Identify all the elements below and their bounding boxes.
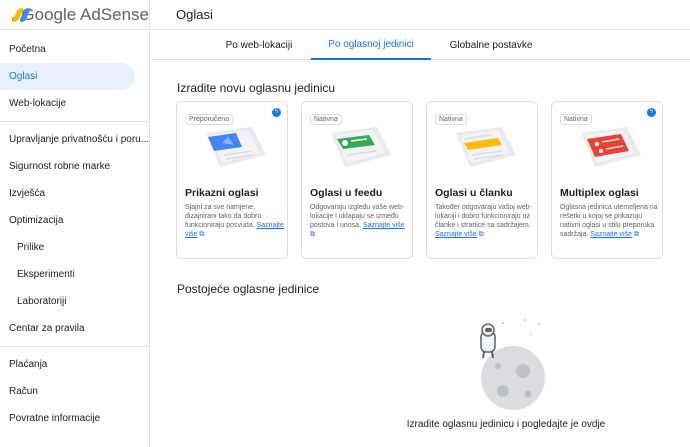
open-in-new-icon: ⧉ bbox=[633, 231, 639, 238]
card-tag: Preporučeno bbox=[185, 114, 234, 125]
sidebar-item-racun[interactable]: Račun bbox=[0, 378, 149, 405]
card-description: Također odgovaraju vašoj web-lokaciji i … bbox=[435, 203, 535, 239]
sidebar-item-sigurnost[interactable]: Sigurnost robne marke bbox=[0, 153, 149, 180]
card-description: Oglasna jedinica utemeljena na rešetki u… bbox=[560, 203, 660, 239]
bolt-icon: ϟ bbox=[272, 108, 281, 117]
card-title: Prikazni oglasi bbox=[185, 187, 259, 199]
sidebar-item-izvjesca[interactable]: Izvješća bbox=[0, 180, 149, 207]
card-desc-text: Sjajni za sve namjene, dizajnirani tako … bbox=[185, 204, 262, 229]
open-in-new-icon: ⧉ bbox=[310, 231, 315, 238]
sidebar-item-pocetna[interactable]: Početna bbox=[0, 36, 149, 63]
learn-more-link[interactable]: Saznajte više bbox=[590, 231, 632, 238]
page-header: Oglasi bbox=[151, 0, 690, 30]
empty-state-text: Izradite oglasnu jedinicu i pogledajte j… bbox=[406, 419, 606, 430]
ad-type-card-display[interactable]: Preporučeno ϟ Prikazni oglasi Sjajni za … bbox=[176, 101, 288, 259]
tab-po-web-lokaciji[interactable]: Po web-lokaciji bbox=[199, 30, 319, 60]
card-tag: Nativna bbox=[435, 114, 467, 125]
moon-astronaut-illustration bbox=[480, 319, 545, 410]
existing-section-title: Postojeće oglasne jedinice bbox=[177, 282, 320, 296]
in-feed-ad-illustration-icon bbox=[331, 127, 391, 167]
ad-type-card-in-feed[interactable]: Nativna Oglasi u feedu Odgovaraju izgled… bbox=[301, 101, 413, 259]
page-title: Oglasi bbox=[176, 7, 213, 22]
card-desc-text: Također odgovaraju vašoj web-lokaciji i … bbox=[435, 204, 532, 229]
sidebar-item-prilike[interactable]: Prilike bbox=[0, 234, 149, 261]
create-section-title: Izradite novu oglasnu jedinicu bbox=[177, 81, 336, 95]
sidebar-item-povratne-informacije[interactable]: Povratne informacije bbox=[0, 405, 149, 432]
bolt-icon: ϟ bbox=[647, 108, 656, 117]
multiplex-ad-illustration-icon bbox=[581, 127, 641, 167]
sidebar: Google AdSense Početna Oglasi Web-lokaci… bbox=[0, 0, 150, 447]
open-in-new-icon: ⧉ bbox=[478, 231, 484, 238]
ad-type-card-in-article[interactable]: Nativna Oglasi u članku Također odgovara… bbox=[426, 101, 538, 259]
learn-more-link[interactable]: Saznajte više bbox=[435, 231, 477, 238]
sidebar-item-placanja[interactable]: Plaćanja bbox=[0, 351, 149, 378]
sidebar-divider bbox=[0, 121, 149, 122]
card-title: Oglasi u feedu bbox=[310, 187, 383, 199]
adsense-logo-icon bbox=[11, 7, 32, 23]
card-tag: Nativna bbox=[310, 114, 342, 125]
adsense-logo[interactable]: Google AdSense bbox=[0, 0, 149, 30]
card-description: Odgovaraju izgledu vaše web-lokacije i u… bbox=[310, 203, 410, 239]
in-article-ad-illustration-icon bbox=[456, 127, 516, 167]
sidebar-item-laboratoriji[interactable]: Laboratoriji bbox=[0, 288, 149, 315]
sidebar-item-optimizacija[interactable]: Optimizacija bbox=[0, 207, 149, 234]
card-tag: Nativna bbox=[560, 114, 592, 125]
sidebar-item-eksperimenti[interactable]: Eksperimenti bbox=[0, 261, 149, 288]
sidebar-item-web-lokacije[interactable]: Web-lokacije bbox=[0, 90, 149, 117]
card-title: Oglasi u članku bbox=[435, 187, 513, 199]
card-title: Multiplex oglasi bbox=[560, 187, 639, 199]
sidebar-nav: Početna Oglasi Web-lokacije Upravljanje … bbox=[0, 30, 149, 432]
tab-bar: Po web-lokaciji Po oglasnoj jedinici Glo… bbox=[151, 30, 690, 60]
tab-po-oglasnoj-jedinici[interactable]: Po oglasnoj jedinici bbox=[311, 30, 431, 60]
display-ad-illustration-icon bbox=[206, 127, 266, 167]
open-in-new-icon: ⧉ bbox=[199, 231, 205, 238]
sidebar-item-centar-za-pravila[interactable]: Centar za pravila bbox=[0, 315, 149, 342]
sidebar-item-oglasi[interactable]: Oglasi bbox=[0, 63, 135, 90]
sidebar-item-privatnost[interactable]: Upravljanje privatnošću i poru... bbox=[0, 126, 149, 153]
logo-text: Google AdSense bbox=[21, 4, 149, 24]
learn-more-link[interactable]: Saznajte više bbox=[363, 222, 405, 229]
ad-type-card-multiplex[interactable]: Nativna ϟ Multiplex oglasi Oglasna jedin… bbox=[551, 101, 663, 259]
card-description: Sjajni za sve namjene, dizajnirani tako … bbox=[185, 203, 285, 239]
main-content: Izradite novu oglasnu jedinicu Preporuče… bbox=[151, 61, 690, 447]
sidebar-divider bbox=[0, 346, 149, 347]
tab-globalne-postavke[interactable]: Globalne postavke bbox=[431, 30, 551, 60]
